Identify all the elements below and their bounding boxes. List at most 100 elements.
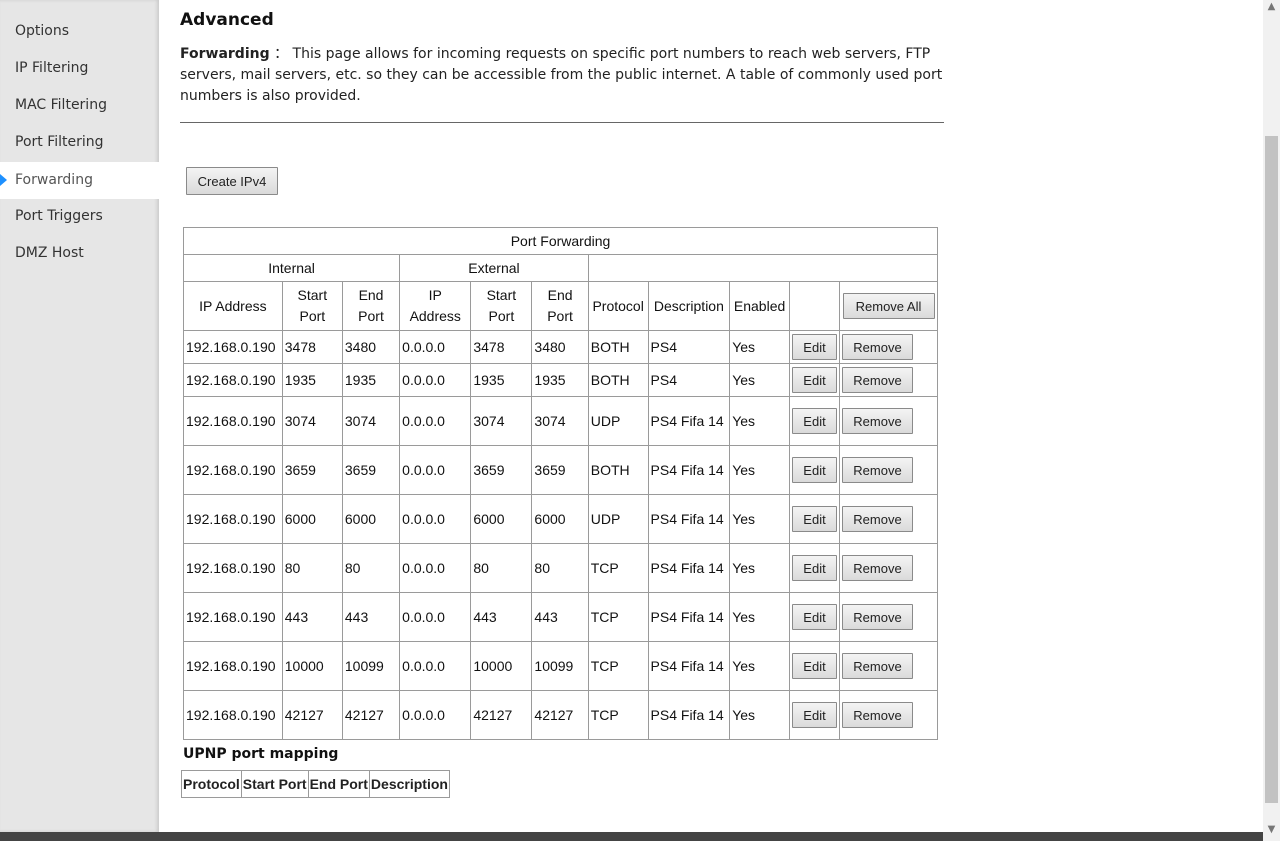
- cell-internal-start-port: 6000: [281, 494, 343, 544]
- remove-button[interactable]: Remove: [842, 604, 913, 630]
- cell-internal-end-port: 10099: [341, 641, 401, 691]
- cell-enabled: Yes: [729, 641, 790, 691]
- active-arrow-icon: [0, 174, 7, 186]
- edit-button[interactable]: Edit: [792, 555, 837, 581]
- cell-external-end-port: 6000: [531, 494, 589, 544]
- remove-button[interactable]: Remove: [842, 506, 913, 532]
- sidebar-item-port-filtering[interactable]: Port Filtering: [0, 124, 159, 161]
- cell-external-start-port: 1935: [470, 363, 533, 397]
- upnp-col-protocol: Protocol: [181, 770, 242, 798]
- table-row: 192.168.0.190 10000 10099 0.0.0.0 10000 …: [183, 641, 938, 691]
- group-header-internal: Internal: [182, 254, 401, 282]
- cell-external-ip: 0.0.0.0: [399, 396, 472, 446]
- cell-internal-end-port: 3074: [341, 396, 401, 446]
- remove-button[interactable]: Remove: [842, 653, 913, 679]
- cell-internal-end-port: 42127: [341, 690, 401, 740]
- cell-internal-end-port: 1935: [341, 363, 401, 397]
- cell-internal-end-port: 80: [341, 543, 401, 593]
- remove-button[interactable]: Remove: [842, 408, 913, 434]
- port-forwarding-table: Port Forwarding Internal External IP Add…: [182, 227, 939, 740]
- cell-external-start-port: 443: [470, 592, 533, 642]
- edit-button[interactable]: Edit: [792, 604, 837, 630]
- col-remove: Remove All: [839, 281, 938, 331]
- cell-edit: Edit: [789, 445, 840, 495]
- bottom-bar: [0, 832, 1263, 841]
- sidebar: Options IP Filtering MAC Filtering Port …: [0, 0, 159, 832]
- cell-external-end-port: 3659: [531, 445, 589, 495]
- cell-enabled: Yes: [729, 690, 790, 740]
- table-row: 192.168.0.190 443 443 0.0.0.0 443 443 TC…: [183, 592, 938, 642]
- remove-all-button[interactable]: Remove All: [842, 293, 935, 319]
- remove-button[interactable]: Remove: [842, 702, 913, 728]
- edit-button[interactable]: Edit: [792, 367, 837, 393]
- remove-button[interactable]: Remove: [842, 555, 913, 581]
- cell-internal-start-port: 3074: [281, 396, 343, 446]
- sidebar-item-options[interactable]: Options: [0, 13, 159, 50]
- cell-protocol: UDP: [587, 396, 649, 446]
- scrollbar-thumb[interactable]: [1265, 136, 1278, 803]
- cell-protocol: TCP: [587, 543, 649, 593]
- col-internal-ip: IP Address: [183, 281, 283, 331]
- edit-button[interactable]: Edit: [792, 653, 837, 679]
- cell-external-ip: 0.0.0.0: [399, 641, 472, 691]
- col-description: Description: [647, 281, 731, 331]
- scroll-down-icon[interactable]: ▼: [1264, 823, 1279, 837]
- remove-button[interactable]: Remove: [842, 367, 913, 393]
- table-row: 192.168.0.190 3074 3074 0.0.0.0 3074 307…: [183, 396, 938, 446]
- sidebar-item-ip-filtering[interactable]: IP Filtering: [0, 50, 159, 87]
- cell-external-end-port: 3480: [531, 330, 589, 364]
- remove-button[interactable]: Remove: [842, 334, 913, 360]
- remove-button[interactable]: Remove: [842, 457, 913, 483]
- cell-enabled: Yes: [729, 363, 790, 397]
- page-title: Advanced: [180, 10, 274, 30]
- cell-external-end-port: 42127: [531, 690, 589, 740]
- table-row: 192.168.0.190 3478 3480 0.0.0.0 3478 348…: [183, 330, 938, 364]
- cell-external-ip: 0.0.0.0: [399, 494, 472, 544]
- cell-external-ip: 0.0.0.0: [399, 690, 472, 740]
- cell-edit: Edit: [789, 690, 840, 740]
- create-ipv4-button[interactable]: Create IPv4: [186, 167, 278, 195]
- sidebar-item-forwarding[interactable]: Forwarding: [0, 162, 159, 199]
- cell-description: PS4: [647, 363, 731, 397]
- cell-external-end-port: 1935: [531, 363, 589, 397]
- edit-button[interactable]: Edit: [792, 408, 837, 434]
- cell-internal-ip: 192.168.0.190: [183, 330, 283, 364]
- col-protocol: Protocol: [587, 281, 649, 331]
- cell-internal-start-port: 1935: [281, 363, 343, 397]
- cell-enabled: Yes: [729, 494, 790, 544]
- group-header-external: External: [399, 254, 589, 282]
- cell-protocol: TCP: [587, 641, 649, 691]
- cell-internal-start-port: 3659: [281, 445, 343, 495]
- cell-internal-start-port: 443: [281, 592, 343, 642]
- cell-internal-ip: 192.168.0.190: [183, 445, 283, 495]
- cell-remove: Remove: [839, 363, 938, 397]
- sidebar-item-dmz-host[interactable]: DMZ Host: [0, 235, 159, 272]
- cell-description: PS4: [647, 330, 731, 364]
- cell-external-ip: 0.0.0.0: [399, 363, 472, 397]
- cell-description: PS4 Fifa 14: [647, 445, 731, 495]
- cell-protocol: BOTH: [587, 445, 649, 495]
- edit-button[interactable]: Edit: [792, 702, 837, 728]
- scroll-up-icon[interactable]: ▲: [1264, 0, 1279, 14]
- sidebar-item-mac-filtering[interactable]: MAC Filtering: [0, 87, 159, 124]
- cell-external-ip: 0.0.0.0: [399, 543, 472, 593]
- cell-edit: Edit: [789, 396, 840, 446]
- cell-remove: Remove: [839, 592, 938, 642]
- cell-enabled: Yes: [729, 592, 790, 642]
- sidebar-item-port-triggers[interactable]: Port Triggers: [0, 198, 159, 235]
- edit-button[interactable]: Edit: [792, 334, 837, 360]
- col-internal-end-port: End Port: [341, 281, 401, 331]
- cell-protocol: UDP: [587, 494, 649, 544]
- edit-button[interactable]: Edit: [792, 506, 837, 532]
- cell-external-start-port: 3659: [470, 445, 533, 495]
- cell-internal-end-port: 3480: [341, 330, 401, 364]
- cell-internal-ip: 192.168.0.190: [183, 494, 283, 544]
- col-internal-start-port: Start Port: [281, 281, 343, 331]
- group-header-blank: [587, 254, 939, 282]
- col-enabled: Enabled: [729, 281, 790, 331]
- upnp-table: Protocol Start Port End Port Description: [181, 770, 450, 798]
- cell-external-start-port: 80: [470, 543, 533, 593]
- cell-external-start-port: 3074: [470, 396, 533, 446]
- table-row: 192.168.0.190 6000 6000 0.0.0.0 6000 600…: [183, 494, 938, 544]
- edit-button[interactable]: Edit: [792, 457, 837, 483]
